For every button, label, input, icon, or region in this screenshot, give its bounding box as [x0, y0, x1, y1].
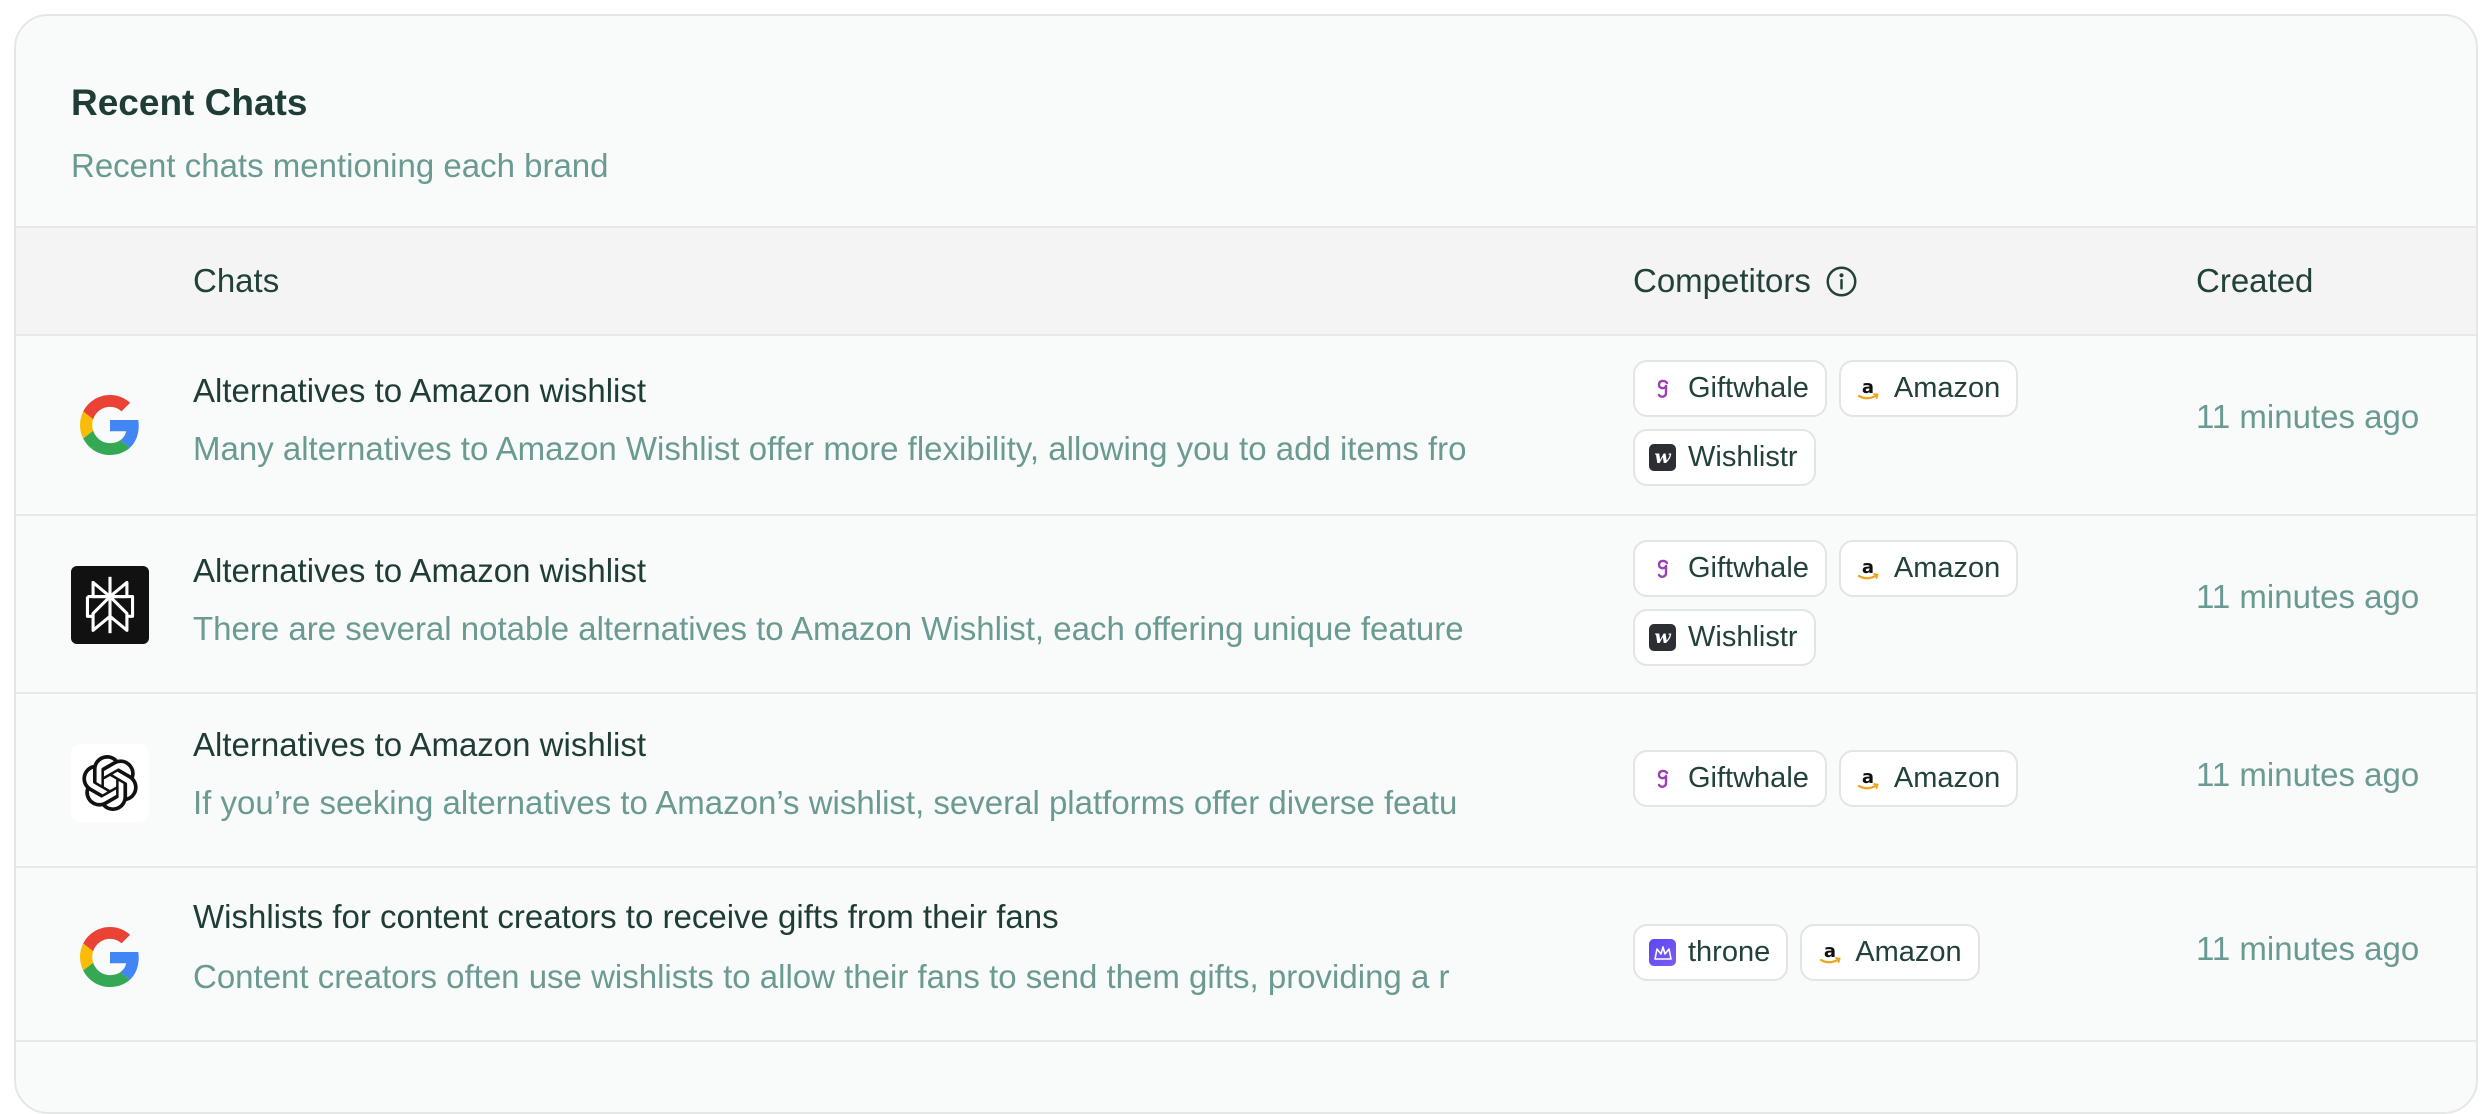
created-time: 11 minutes ago	[2196, 578, 2420, 615]
google-icon	[71, 386, 149, 464]
competitor-chips: Giftwhale a Amazon w Wishlistr	[1633, 360, 2113, 486]
column-header-competitors[interactable]: Competitors	[1633, 228, 1858, 334]
chat-title[interactable]: Alternatives to Amazon wishlist	[193, 372, 646, 410]
card-title: Recent Chats	[71, 82, 308, 123]
competitor-chip-label: throne	[1688, 936, 1771, 968]
amazon-icon: a	[1854, 765, 1882, 792]
competitor-chips: Giftwhale a Amazon w Wishlistr	[1633, 540, 2113, 666]
created-time: 11 minutes ago	[2196, 398, 2420, 435]
card-subtitle: Recent chats mentioning each brand	[71, 147, 609, 184]
competitor-chip-giftwhale[interactable]: Giftwhale	[1633, 750, 1827, 807]
chat-snippet: There are several notable alternatives t…	[193, 610, 1464, 647]
competitor-chip-label: Amazon	[1893, 762, 2001, 794]
table-row[interactable]: Alternatives to Amazon wishlist If you’re…	[16, 694, 2476, 868]
info-icon[interactable]	[1825, 265, 1858, 298]
column-header-competitors-label: Competitors	[1633, 262, 1811, 299]
created-time: 11 minutes ago	[2196, 930, 2420, 967]
recent-chats-card: Recent Chats Recent chats mentioning eac…	[14, 14, 2478, 1114]
column-header-chats[interactable]: Chats	[193, 228, 279, 334]
competitor-chip-amazon[interactable]: a Amazon	[1838, 750, 2019, 807]
column-header-created[interactable]: Created	[2196, 228, 2313, 334]
chat-snippet: Many alternatives to Amazon Wishlist off…	[193, 430, 1467, 467]
openai-icon	[71, 744, 149, 822]
competitor-chip-label: Amazon	[1893, 372, 2001, 404]
table-row[interactable]: Alternatives to Amazon wishlist Many alte…	[16, 336, 2476, 516]
giftwhale-icon	[1649, 555, 1676, 582]
amazon-icon: a	[1816, 939, 1844, 966]
svg-text:a: a	[1862, 767, 1874, 788]
table-header: Chats Competitors Created	[16, 226, 2476, 336]
perplexity-icon	[71, 566, 149, 644]
competitor-chip-label: Giftwhale	[1688, 372, 1809, 404]
competitor-chip-label: Amazon	[1893, 552, 2001, 584]
svg-text:a: a	[1862, 377, 1874, 398]
competitor-chip-wishlistr[interactable]: w Wishlistr	[1633, 429, 1816, 486]
google-icon	[71, 918, 149, 996]
amazon-icon: a	[1854, 375, 1882, 402]
competitor-chip-label: Giftwhale	[1688, 552, 1809, 584]
created-time: 11 minutes ago	[2196, 756, 2420, 793]
amazon-icon: a	[1854, 555, 1882, 582]
competitor-chip-wishlistr[interactable]: w Wishlistr	[1633, 609, 1816, 666]
chat-snippet: Content creators often use wishlists to …	[193, 958, 1450, 995]
competitor-chip-label: Wishlistr	[1688, 441, 1798, 473]
table-row[interactable]: Alternatives to Amazon wishlist There are…	[16, 516, 2476, 694]
chat-title[interactable]: Alternatives to Amazon wishlist	[193, 552, 646, 590]
giftwhale-icon	[1649, 375, 1676, 402]
competitor-chip-amazon[interactable]: a Amazon	[1838, 360, 2019, 417]
competitor-chips: throne a Amazon	[1633, 924, 2113, 981]
wishlistr-icon: w	[1649, 444, 1676, 471]
competitor-chip-label: Amazon	[1855, 936, 1962, 968]
chat-title[interactable]: Wishlists for content creators to receiv…	[193, 898, 1059, 936]
giftwhale-icon	[1649, 765, 1676, 792]
svg-text:a: a	[1824, 941, 1836, 962]
chat-snippet: If you’re seeking alternatives to Amazon…	[193, 784, 1458, 821]
svg-text:a: a	[1862, 557, 1874, 578]
card-header: Recent Chats Recent chats mentioning eac…	[16, 16, 2476, 226]
competitor-chip-label: Giftwhale	[1688, 762, 1809, 794]
competitor-chip-amazon[interactable]: a Amazon	[1838, 540, 2019, 597]
throne-icon	[1649, 939, 1676, 966]
chat-title[interactable]: Alternatives to Amazon wishlist	[193, 726, 646, 764]
competitor-chip-giftwhale[interactable]: Giftwhale	[1633, 360, 1827, 417]
wishlistr-icon: w	[1649, 624, 1676, 651]
competitor-chip-label: Wishlistr	[1688, 621, 1798, 653]
competitor-chip-amazon[interactable]: a Amazon	[1800, 924, 1980, 981]
competitor-chips: Giftwhale a Amazon	[1633, 750, 2113, 807]
competitor-chip-giftwhale[interactable]: Giftwhale	[1633, 540, 1827, 597]
table-row[interactable]: Wishlists for content creators to receiv…	[16, 868, 2476, 1042]
competitor-chip-throne[interactable]: throne	[1633, 924, 1789, 981]
